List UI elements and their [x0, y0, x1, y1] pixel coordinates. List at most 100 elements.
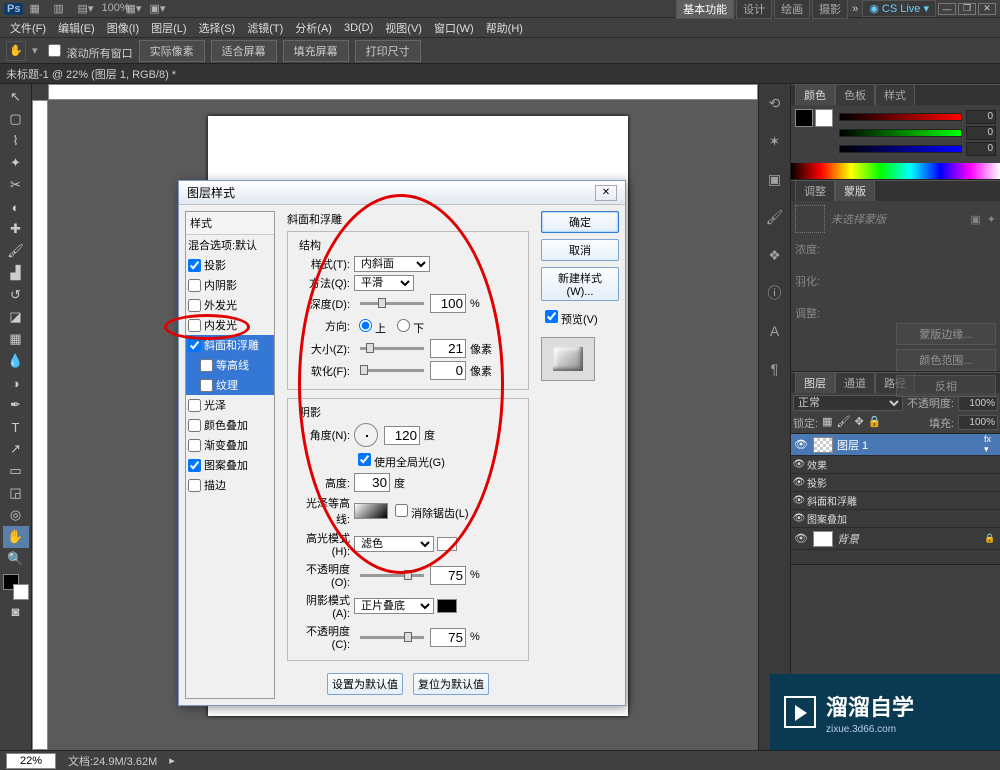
minimize-button[interactable]: —: [938, 3, 956, 15]
effects-header[interactable]: 👁效果: [791, 456, 1000, 474]
tab-color[interactable]: 颜色: [795, 84, 835, 105]
workspace-tab-photo[interactable]: 摄影: [812, 0, 848, 19]
layer-thumb[interactable]: [813, 437, 833, 453]
b-slider[interactable]: 0: [839, 141, 996, 157]
scroll-all-checkbox[interactable]: 滚动所有窗口: [44, 41, 133, 61]
char-icon[interactable]: A: [764, 320, 786, 342]
menu-select[interactable]: 选择(S): [195, 18, 240, 38]
style-item-innerglow[interactable]: 内发光: [186, 315, 274, 335]
fx-badge[interactable]: fx ▾: [984, 434, 998, 455]
bevel-style-select[interactable]: 内斜面: [354, 256, 430, 272]
quickmask-toggle[interactable]: ◙: [3, 600, 29, 622]
bg-swatch[interactable]: [815, 109, 833, 127]
layer-thumb[interactable]: [813, 531, 833, 547]
style-item-outerglow[interactable]: 外发光: [186, 295, 274, 315]
altitude-input[interactable]: [354, 473, 390, 492]
vector-mask-icon[interactable]: ✦: [987, 213, 996, 226]
menu-image[interactable]: 图像(I): [103, 18, 143, 38]
menu-layer[interactable]: 图层(L): [147, 18, 190, 38]
style-list-header[interactable]: 样式: [186, 212, 274, 235]
style-item-innershadow[interactable]: 内阴影: [186, 275, 274, 295]
global-light-checkbox[interactable]: 使用全局光(G): [354, 450, 445, 470]
angle-dial[interactable]: [354, 423, 378, 447]
depth-input[interactable]: [430, 294, 466, 313]
visibility-icon[interactable]: 👁: [793, 438, 809, 451]
shape-tool[interactable]: ▭: [3, 460, 29, 482]
size-input[interactable]: [430, 339, 466, 358]
sopac-slider[interactable]: [360, 636, 424, 639]
arrange-icon[interactable]: ▦▾: [125, 2, 143, 16]
dialog-titlebar[interactable]: 图层样式 ✕: [179, 181, 625, 205]
style-item-satin[interactable]: 光泽: [186, 395, 274, 415]
dialog-close-button[interactable]: ✕: [595, 185, 617, 201]
fill-input[interactable]: [958, 415, 998, 430]
highlight-color-swatch[interactable]: [437, 537, 457, 551]
lock-pixels-icon[interactable]: 🖌: [836, 415, 850, 431]
style-item-bevel[interactable]: 斜面和浮雕: [186, 335, 274, 355]
lock-trans-icon[interactable]: ▦: [822, 415, 832, 431]
r-slider[interactable]: 0: [839, 109, 996, 125]
3d-tool[interactable]: ◲: [3, 482, 29, 504]
dir-up-radio[interactable]: 上: [354, 316, 386, 336]
lock-all-icon[interactable]: 🔒: [868, 415, 882, 431]
layer-row[interactable]: 👁 背景 🔒: [791, 528, 1000, 550]
brush-tool[interactable]: 🖌: [3, 240, 29, 262]
preview-checkbox[interactable]: 预览(V): [541, 307, 619, 327]
hand-tool-icon[interactable]: ✋: [6, 41, 26, 61]
opacity-input[interactable]: [958, 396, 998, 411]
brushes-icon[interactable]: ✶: [764, 130, 786, 152]
style-item-patoverlay[interactable]: 图案叠加: [186, 455, 274, 475]
tab-mask[interactable]: 蒙版: [835, 180, 875, 201]
ruler-vertical[interactable]: [32, 100, 48, 750]
actual-pixels-button[interactable]: 实际像素: [139, 40, 205, 62]
gradient-tool[interactable]: ▦: [3, 328, 29, 350]
brushpresets-icon[interactable]: 🖌: [764, 206, 786, 228]
eraser-tool[interactable]: ◪: [3, 306, 29, 328]
shadow-color-swatch[interactable]: [437, 599, 457, 613]
soften-slider[interactable]: [360, 369, 424, 372]
layer-row[interactable]: 👁 图层 1 fx ▾: [791, 434, 1000, 456]
soften-input[interactable]: [430, 361, 466, 380]
style-item-gradoverlay[interactable]: 渐变叠加: [186, 435, 274, 455]
menu-analysis[interactable]: 分析(A): [291, 18, 336, 38]
minibridge-icon[interactable]: ▥: [53, 2, 71, 16]
maximize-button[interactable]: ❐: [958, 3, 976, 15]
hopac-input[interactable]: [430, 566, 466, 585]
menu-filter[interactable]: 滤镜(T): [243, 18, 287, 38]
highlight-mode-select[interactable]: 滤色: [354, 536, 434, 552]
fit-screen-button[interactable]: 适合屏幕: [211, 40, 277, 62]
color-swatch[interactable]: [3, 574, 29, 600]
angle-input[interactable]: [384, 426, 420, 445]
sopac-input[interactable]: [430, 628, 466, 647]
style-item-stroke[interactable]: 描边: [186, 475, 274, 495]
effect-row[interactable]: 👁斜面和浮雕: [791, 492, 1000, 510]
menu-view[interactable]: 视图(V): [381, 18, 426, 38]
crop-tool[interactable]: ✂: [3, 174, 29, 196]
style-item-dropshadow[interactable]: 投影: [186, 255, 274, 275]
document-tab[interactable]: 未标题-1 @ 22% (图层 1, RGB/8) *: [0, 64, 1000, 84]
viewopts-icon[interactable]: ▤▾: [77, 2, 95, 16]
style-item-texture[interactable]: 纹理: [186, 375, 274, 395]
gloss-contour-picker[interactable]: [354, 503, 388, 519]
effect-row[interactable]: 👁图案叠加: [791, 510, 1000, 528]
blur-tool[interactable]: 💧: [3, 350, 29, 372]
para-icon[interactable]: ¶: [764, 358, 786, 380]
3d-camera-tool[interactable]: ◎: [3, 504, 29, 526]
lock-pos-icon[interactable]: ✥: [854, 415, 863, 431]
antialias-checkbox[interactable]: 消除锯齿(L): [391, 501, 468, 521]
menu-3d[interactable]: 3D(D): [340, 20, 377, 36]
color-range-button[interactable]: 颜色范围...: [896, 349, 996, 371]
tab-layers[interactable]: 图层: [795, 372, 835, 393]
hopac-slider[interactable]: [360, 574, 424, 577]
menu-edit[interactable]: 编辑(E): [54, 18, 99, 38]
zoom-value[interactable]: 100%: [101, 2, 119, 16]
bevel-tech-select[interactable]: 平滑: [354, 275, 414, 291]
stamp-tool[interactable]: ▟: [3, 262, 29, 284]
nav-icon[interactable]: ❖: [764, 244, 786, 266]
tab-swatches[interactable]: 色板: [835, 84, 875, 105]
zoom-tool[interactable]: 🔍: [3, 548, 29, 570]
zoom-input[interactable]: [6, 753, 56, 769]
color-ramp[interactable]: [791, 163, 1000, 179]
lasso-tool[interactable]: ⌇: [3, 130, 29, 152]
invert-button[interactable]: 反相: [896, 375, 996, 397]
